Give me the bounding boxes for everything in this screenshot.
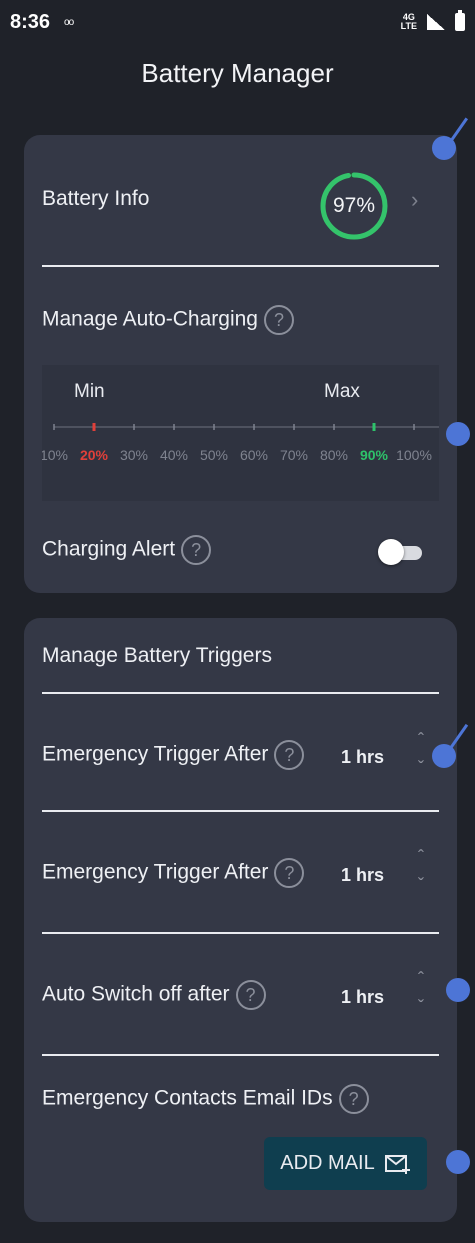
trigger-row-1: Emergency Trigger After? xyxy=(42,740,305,770)
charging-alert-row: Charging Alert? xyxy=(42,535,212,565)
emails-row: Emergency Contacts Email IDs? xyxy=(42,1084,369,1114)
help-icon[interactable]: ? xyxy=(235,980,266,1010)
range-tick-label[interactable]: 90% xyxy=(360,447,388,463)
page-title: Battery Manager xyxy=(141,58,334,88)
trigger-stepper[interactable]: ˆ ˇ xyxy=(411,730,431,782)
range-tick-label[interactable]: 60% xyxy=(240,447,268,463)
auto-charging-row: Manage Auto-Charging? xyxy=(42,305,294,335)
help-icon[interactable]: ? xyxy=(274,858,305,888)
divider xyxy=(42,932,439,934)
annotation-marker xyxy=(432,744,456,768)
annotation-marker xyxy=(446,1150,470,1174)
battery-gauge[interactable]: 97% xyxy=(318,170,390,242)
trigger-label: Emergency Trigger After xyxy=(42,860,269,884)
range-tick-label[interactable]: 100% xyxy=(396,447,432,463)
triggers-title: Manage Battery Triggers xyxy=(42,644,272,667)
divider xyxy=(42,692,439,694)
range-tick-label[interactable]: 40% xyxy=(160,447,188,463)
battery-card: Battery Info 97% › Manage Auto-Charging?… xyxy=(24,135,457,593)
trigger-value: 1 hrs xyxy=(341,747,385,767)
status-icons: 4G LTE xyxy=(400,10,465,31)
help-icon[interactable]: ? xyxy=(274,740,305,770)
range-track xyxy=(53,423,439,431)
range-tick-label[interactable]: 80% xyxy=(320,447,348,463)
chevron-up-icon[interactable]: ˆ xyxy=(411,730,431,750)
divider xyxy=(42,810,439,812)
chevron-up-icon[interactable]: ˆ xyxy=(411,969,431,989)
range-tick-label[interactable]: 10% xyxy=(42,447,68,463)
emails-label: Emergency Contacts Email IDs xyxy=(42,1086,333,1110)
divider xyxy=(42,265,439,267)
auto-switch-label: Auto Switch off after xyxy=(42,982,230,1006)
range-tick-label[interactable]: 20% xyxy=(80,447,108,463)
chevron-up-icon[interactable]: ˆ xyxy=(411,847,431,867)
status-bar: 8:36 oo 4G LTE xyxy=(0,0,475,44)
battery-status-icon xyxy=(455,10,465,31)
annotation-marker xyxy=(432,136,456,160)
min-label: Min xyxy=(74,381,105,402)
auto-charging-label: Manage Auto-Charging xyxy=(42,307,258,331)
toggle-thumb xyxy=(378,539,404,565)
chevron-down-icon[interactable]: ˇ xyxy=(411,997,431,1017)
charging-alert-toggle[interactable] xyxy=(378,539,422,565)
battery-info-link[interactable]: Battery Info xyxy=(42,187,149,211)
auto-switch-row: Auto Switch off after? xyxy=(42,980,266,1010)
chevron-down-icon[interactable]: ˇ xyxy=(411,875,431,895)
battery-info-label: Battery Info xyxy=(42,187,150,210)
chevron-right-icon[interactable]: › xyxy=(411,187,418,213)
auto-switch-stepper[interactable]: ˆ ˇ xyxy=(411,969,431,1021)
range-tick-label[interactable]: 30% xyxy=(120,447,148,463)
charging-alert-label: Charging Alert xyxy=(42,537,176,561)
add-mail-label: ADD MAIL xyxy=(280,1152,375,1174)
signal-icon xyxy=(427,14,445,30)
trigger-label: Emergency Trigger After xyxy=(42,742,269,766)
lte-icon: 4G LTE xyxy=(400,12,417,31)
battery-percent: 97% xyxy=(332,194,376,217)
divider xyxy=(42,1054,439,1056)
help-icon[interactable]: ? xyxy=(263,305,294,335)
chevron-down-icon[interactable]: ˇ xyxy=(411,758,431,778)
mail-add-icon xyxy=(384,1154,410,1174)
auto-switch-value: 1 hrs xyxy=(341,987,385,1007)
trigger-stepper[interactable]: ˆ ˇ xyxy=(411,847,431,899)
help-icon[interactable]: ? xyxy=(181,535,212,565)
add-mail-button[interactable]: ADD MAIL xyxy=(264,1137,427,1190)
trigger-row-2: Emergency Trigger After? xyxy=(42,858,305,888)
trigger-value: 1 hrs xyxy=(341,865,385,885)
voicemail-icon: oo xyxy=(64,16,74,28)
help-icon[interactable]: ? xyxy=(338,1084,369,1114)
status-time: 8:36 xyxy=(10,10,51,33)
annotation-marker xyxy=(446,422,470,446)
range-tick-label[interactable]: 50% xyxy=(200,447,228,463)
annotation-marker xyxy=(446,978,470,1002)
charging-range-slider[interactable]: Min Max 10% 20% 30% 40% 50% 60% 70% 80% 90% 100% xyxy=(42,365,439,501)
max-label: Max xyxy=(324,381,360,402)
range-tick-label[interactable]: 70% xyxy=(280,447,308,463)
triggers-card: Manage Battery Triggers Emergency Trigge… xyxy=(24,618,457,1222)
